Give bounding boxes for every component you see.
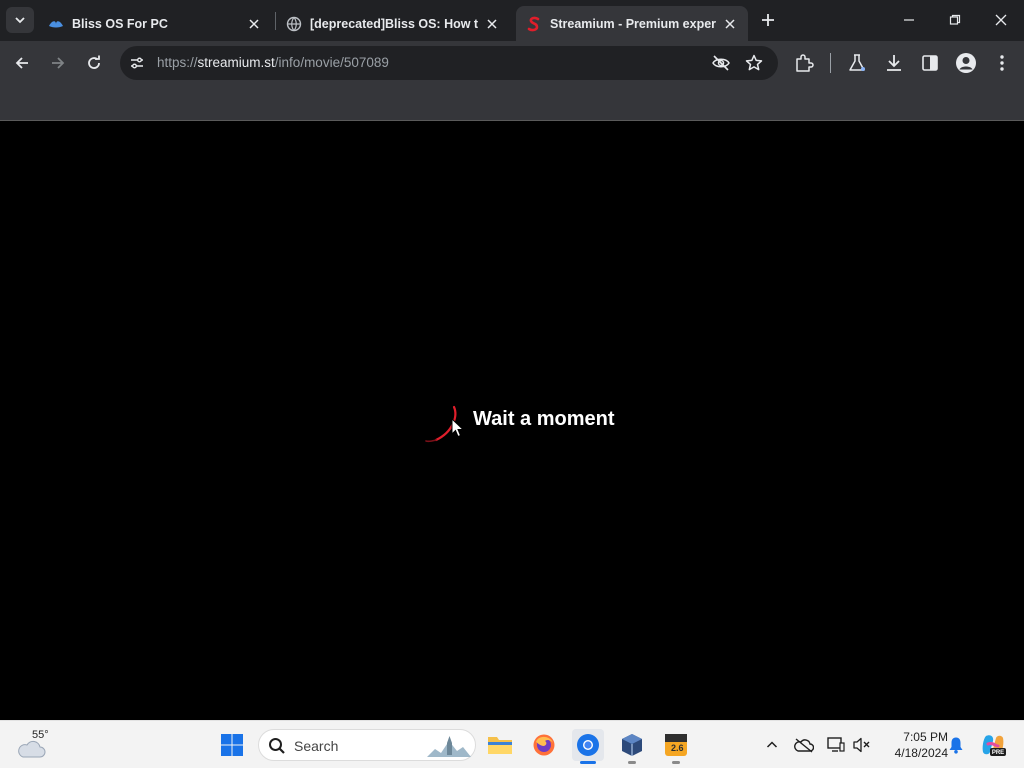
profile-avatar-icon[interactable]: [954, 51, 978, 75]
tab-bliss-os[interactable]: Bliss OS For PC: [38, 6, 272, 41]
close-tab-icon[interactable]: [246, 16, 262, 32]
url-host: streamium.st: [197, 55, 275, 70]
url-scheme: https://: [157, 55, 198, 70]
app-badge-text: 2.6: [671, 743, 684, 753]
clock-date: 4/18/2024: [894, 746, 948, 760]
streamium-s-icon: [526, 16, 542, 32]
bookmark-star-icon[interactable]: [744, 53, 764, 73]
file-explorer-icon: [488, 737, 512, 754]
chevron-up-icon: [766, 741, 778, 748]
virtualbox-icon: [622, 734, 642, 756]
mouse-cursor-icon: [451, 418, 465, 438]
tab-search-button[interactable]: [6, 7, 34, 33]
close-window-button[interactable]: [978, 0, 1024, 40]
search-icon: [269, 738, 285, 754]
back-button[interactable]: [8, 49, 36, 77]
plus-icon: [762, 14, 774, 26]
taskbar: 55° Search 2.6 7:05 PM 4/18/2024 PRE: [0, 720, 1024, 768]
tab-deprecated-bliss-os[interactable]: [deprecated]Bliss OS: How to install: [276, 6, 510, 41]
forward-button[interactable]: [44, 49, 72, 77]
copilot-pre-icon[interactable]: PRE: [980, 734, 1006, 756]
restore-icon: [949, 14, 961, 25]
reload-icon: [88, 55, 100, 69]
chrome-running-indicator: [580, 761, 596, 764]
menu-kebab-icon[interactable]: [990, 51, 1014, 75]
extensions-icon[interactable]: [792, 51, 816, 75]
taskbar-clock[interactable]: 7:05 PM 4/18/2024: [876, 729, 948, 761]
url-path: /info/movie/507089: [274, 55, 389, 70]
search-label: Search: [294, 738, 339, 754]
pre-badge-label: PRE: [991, 750, 1005, 756]
arrow-right-icon: [52, 57, 65, 69]
url-text: https://streamium.st/info/movie/507089: [157, 55, 389, 70]
clock-time: 7:05 PM: [903, 730, 948, 744]
site-info-icon[interactable]: [128, 54, 146, 72]
tab-title: Streamium - Premium experience: [550, 16, 716, 31]
weather-temp: 55°: [32, 729, 49, 741]
app-running-indicator: [672, 761, 680, 764]
loading-message: Wait a moment: [473, 408, 615, 430]
notification-bell-icon[interactable]: [945, 734, 967, 756]
address-bar[interactable]: https://streamium.st/info/movie/507089: [120, 46, 778, 80]
search-highlight-illustration: [427, 736, 471, 757]
firefox-icon: [533, 734, 555, 756]
taskbar-search[interactable]: Search: [258, 729, 476, 761]
chrome-icon: [577, 734, 599, 756]
eye-off-icon[interactable]: [711, 53, 731, 73]
file-explorer-button[interactable]: [484, 729, 516, 761]
reload-button[interactable]: [80, 49, 108, 77]
network-display-icon[interactable]: [825, 734, 847, 756]
download-icon[interactable]: [882, 51, 906, 75]
tab-strip: Bliss OS For PC [deprecated]Bliss OS: Ho…: [0, 0, 1024, 41]
volume-muted-icon[interactable]: [851, 734, 873, 756]
tab-streamium[interactable]: Streamium - Premium experience: [516, 6, 748, 41]
tab-title: [deprecated]Bliss OS: How to install: [310, 16, 478, 31]
start-button[interactable]: [216, 729, 248, 761]
minimize-icon: [904, 19, 914, 21]
bookmarks-bar: [0, 85, 1024, 121]
bliss-logo-icon: [48, 16, 64, 32]
chrome-button[interactable]: [572, 729, 604, 761]
restore-button[interactable]: [932, 0, 978, 40]
labs-flask-icon[interactable]: [845, 51, 869, 75]
show-hidden-icons-button[interactable]: [761, 734, 783, 756]
windows-start-icon: [221, 734, 243, 756]
onedrive-offline-icon[interactable]: [793, 734, 815, 756]
virtualbox-running-indicator: [628, 761, 636, 764]
side-panel-icon[interactable]: [918, 51, 942, 75]
virtualbox-button[interactable]: [616, 729, 648, 761]
versioned-app-button[interactable]: 2.6: [660, 729, 692, 761]
minimize-button[interactable]: [886, 0, 932, 40]
close-tab-icon[interactable]: [722, 16, 738, 32]
globe-icon: [286, 16, 302, 32]
browser-toolbar: https://streamium.st/info/movie/507089: [0, 41, 1024, 85]
weather-widget[interactable]: 55°: [16, 729, 66, 761]
arrow-left-icon: [15, 57, 28, 69]
new-tab-button[interactable]: [757, 9, 779, 31]
chevron-down-icon: [15, 17, 25, 24]
firefox-button[interactable]: [528, 729, 560, 761]
tab-title: Bliss OS For PC: [72, 16, 168, 31]
close-tab-icon[interactable]: [484, 16, 500, 32]
close-icon: [995, 14, 1007, 26]
toolbar-divider: [830, 53, 831, 73]
